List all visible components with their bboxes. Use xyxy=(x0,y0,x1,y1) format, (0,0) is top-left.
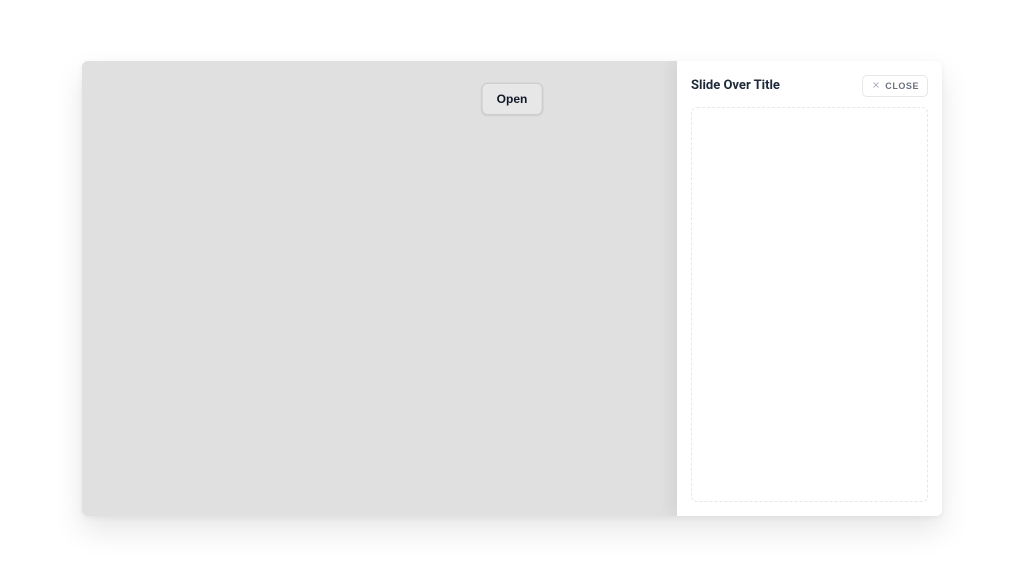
close-button[interactable]: CLOSE xyxy=(862,75,928,97)
slide-over-panel: Slide Over Title CLOSE xyxy=(677,61,942,516)
close-button-label: CLOSE xyxy=(885,81,919,91)
panel-body-placeholder xyxy=(691,107,928,502)
panel-title: Slide Over Title xyxy=(691,78,780,93)
open-button[interactable]: Open xyxy=(482,83,543,115)
panel-header: Slide Over Title CLOSE xyxy=(677,61,942,107)
close-icon xyxy=(871,80,881,92)
app-frame: Open Slide Over Title CLOSE xyxy=(82,61,942,516)
